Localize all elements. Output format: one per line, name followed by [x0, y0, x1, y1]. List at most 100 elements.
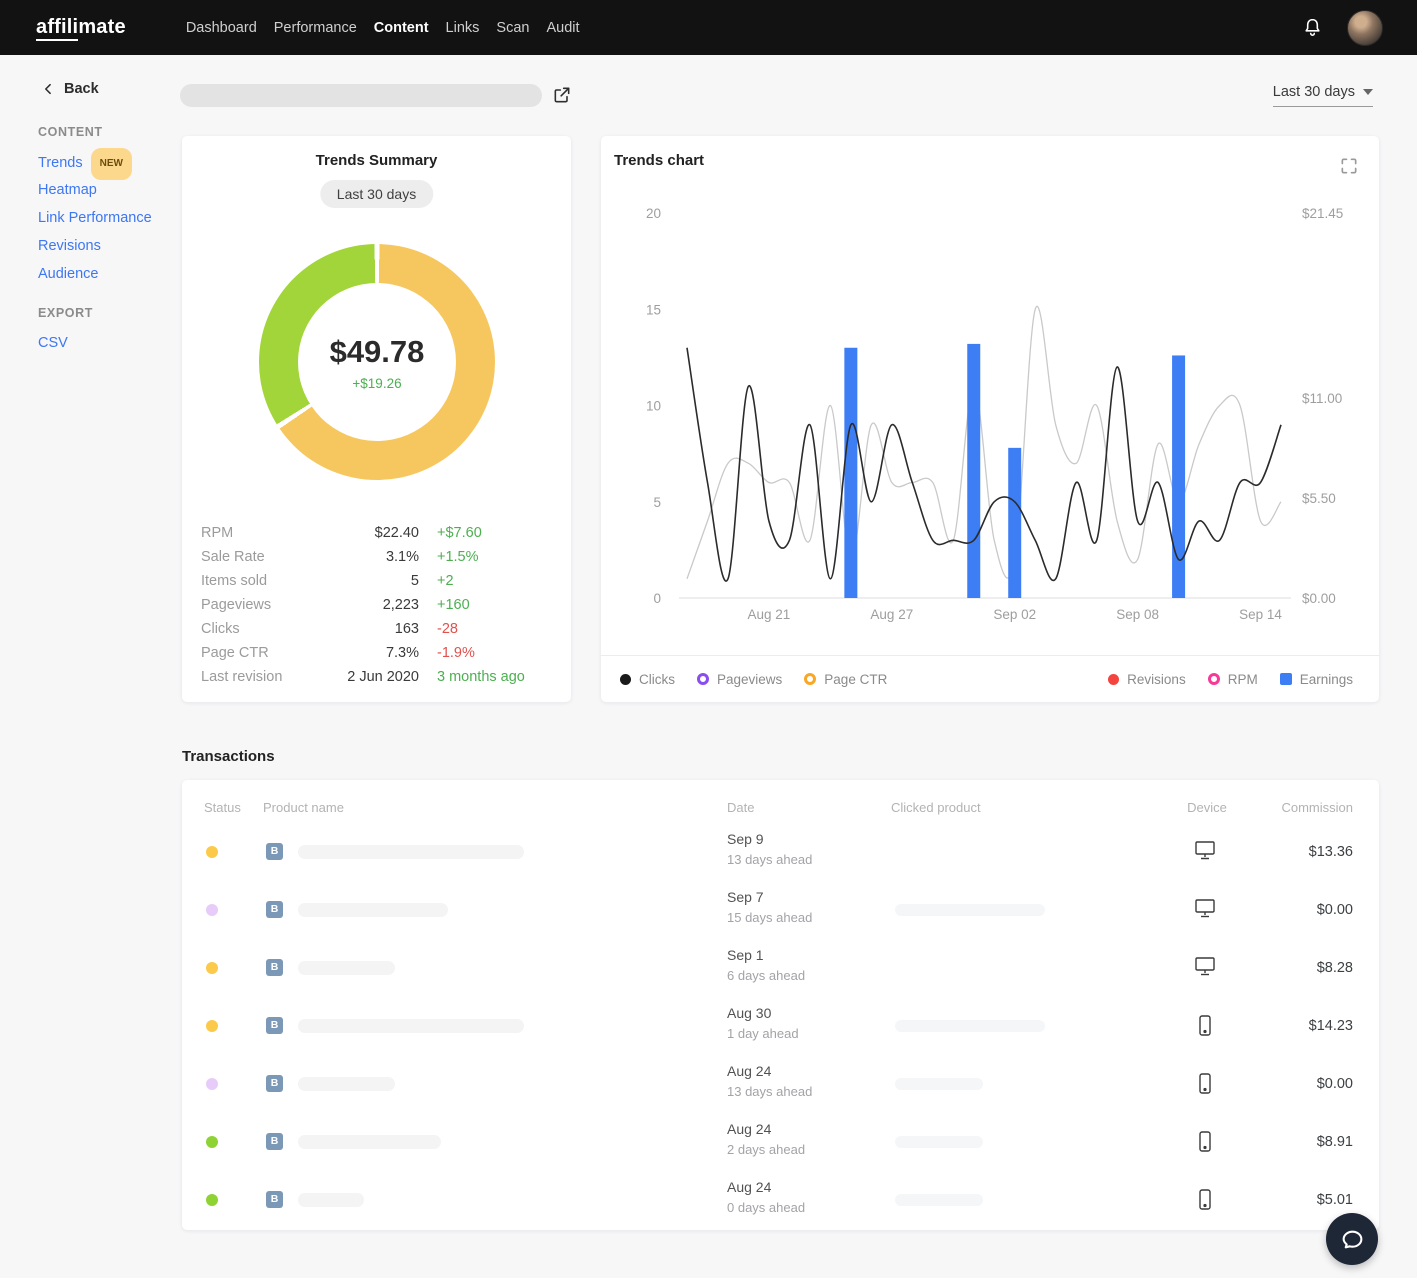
legend-item-page-ctr[interactable]: Page CTR — [804, 672, 887, 687]
stat-value: 3.1% — [323, 549, 419, 565]
sidebar-item-audience[interactable]: Audience — [38, 260, 188, 288]
stat-value: 5 — [323, 573, 419, 589]
transaction-date: Sep 1 — [727, 947, 764, 963]
app-logo[interactable]: affilimate — [36, 16, 126, 39]
legend-item-rpm[interactable]: RPM — [1208, 672, 1258, 687]
column-header-product: Product name — [263, 800, 344, 815]
sidebar-item-revisions[interactable]: Revisions — [38, 232, 188, 260]
column-header-date: Date — [727, 800, 754, 815]
mobile-icon — [1198, 1130, 1212, 1153]
nav-item-links[interactable]: Links — [446, 20, 480, 36]
donut-delta: +$19.26 — [352, 376, 401, 391]
transaction-row[interactable]: BSep 715 days ahead$0.00 — [182, 881, 1379, 939]
transaction-row[interactable]: BAug 240 days ahead$5.01 — [182, 1171, 1379, 1229]
transaction-date: Aug 24 — [727, 1179, 771, 1195]
commission-value: $13.36 — [1309, 823, 1353, 881]
mobile-icon — [1198, 1072, 1212, 1095]
sidebar-item-trends[interactable]: TrendsNEW — [38, 148, 188, 176]
chart-legend-left: Clicks Pageviews Page CTR — [620, 664, 887, 694]
earnings-donut-chart: $49.78 +$19.26 — [259, 244, 495, 480]
nav-item-content[interactable]: Content — [374, 20, 429, 36]
x-axis-tick: Aug 21 — [748, 607, 791, 622]
legend-item-clicks[interactable]: Clicks — [620, 672, 675, 687]
external-link-icon[interactable] — [552, 85, 572, 105]
sidebar-item-heatmap[interactable]: Heatmap — [38, 176, 188, 204]
clicked-product-placeholder — [895, 1136, 983, 1148]
nav-item-scan[interactable]: Scan — [496, 20, 529, 36]
clicks-line — [687, 348, 1281, 581]
chat-support-button[interactable] — [1326, 1213, 1378, 1265]
transaction-date-note: 1 day ahead — [727, 1026, 799, 1041]
left-axis-tick: 20 — [646, 206, 661, 221]
legend-item-revisions[interactable]: Revisions — [1108, 672, 1186, 687]
chart-legend-right: Revisions RPM Earnings — [1108, 664, 1353, 694]
desktop-icon — [1194, 840, 1216, 861]
top-navigation: affilimate Dashboard Performance Content Li… — [0, 0, 1417, 55]
donut-total: $49.78 — [330, 334, 425, 370]
product-name-placeholder — [298, 1135, 441, 1149]
column-header-commission: Commission — [1281, 800, 1353, 815]
user-avatar[interactable] — [1347, 10, 1383, 46]
nav-item-dashboard[interactable]: Dashboard — [186, 20, 257, 36]
merchant-badge: B — [266, 1191, 283, 1208]
trends-summary-card: Trends Summary Last 30 days $49.78 +$19.… — [182, 136, 571, 702]
stat-value: 7.3% — [323, 645, 419, 661]
summary-title: Trends Summary — [182, 152, 571, 169]
transaction-date: Aug 24 — [727, 1063, 771, 1079]
stat-label: Page CTR — [201, 645, 323, 661]
stat-delta: +1.5% — [419, 549, 557, 565]
left-axis-tick: 5 — [653, 495, 661, 510]
device-cell — [1193, 1014, 1217, 1042]
transaction-row[interactable]: B Aug 24 13 days ahead $0.00 — [182, 1055, 1379, 1113]
device-cell — [1193, 1130, 1217, 1158]
merchant-badge: B — [266, 1133, 283, 1150]
commission-value: $14.23 — [1309, 997, 1353, 1055]
status-dot — [206, 1194, 218, 1206]
transaction-row[interactable]: BSep 16 days ahead$8.28 — [182, 939, 1379, 997]
left-axis-tick: 10 — [646, 399, 661, 414]
clicked-product-placeholder — [895, 1020, 1045, 1032]
transaction-date-note: 15 days ahead — [727, 910, 812, 925]
nav-right — [1302, 10, 1383, 46]
commission-value: $0.00 — [1317, 881, 1353, 939]
nav-item-performance[interactable]: Performance — [274, 20, 357, 36]
mobile-icon — [1198, 1014, 1212, 1037]
right-axis-tick: $21.45 — [1302, 206, 1343, 221]
transaction-date-note: 13 days ahead — [727, 1084, 812, 1099]
transaction-row[interactable]: BAug 242 days ahead$8.91 — [182, 1113, 1379, 1171]
date-range-dropdown[interactable]: Last 30 days — [1273, 84, 1373, 107]
transaction-date: Aug 30 — [727, 1005, 771, 1021]
device-cell — [1193, 840, 1217, 866]
page-url-bar[interactable] — [180, 84, 542, 107]
notifications-bell-icon[interactable] — [1302, 16, 1324, 40]
merchant-badge: B — [266, 1075, 283, 1092]
status-dot — [206, 962, 218, 974]
back-button[interactable]: Back — [42, 81, 99, 97]
right-axis-tick: $0.00 — [1302, 591, 1336, 606]
dot-marker-icon — [620, 674, 631, 685]
clicked-product-placeholder — [895, 1078, 983, 1090]
legend-item-pageviews[interactable]: Pageviews — [697, 672, 782, 687]
transaction-row[interactable]: BAug 301 day ahead$14.23 — [182, 997, 1379, 1055]
x-axis-tick: Aug 27 — [870, 607, 913, 622]
status-dot — [206, 904, 218, 916]
commission-value: $8.28 — [1317, 939, 1353, 997]
summary-stats: RPM$22.40+$7.60Sale Rate3.1%+1.5%Items s… — [201, 521, 557, 689]
status-dot — [206, 1136, 218, 1148]
transaction-row[interactable]: BSep 913 days ahead$13.36 — [182, 823, 1379, 881]
product-name-placeholder — [298, 1193, 364, 1207]
clicked-product-placeholder — [895, 1194, 983, 1206]
status-dot — [206, 846, 218, 858]
sidebar-item-link-performance[interactable]: Link Performance — [38, 204, 188, 232]
nav-item-audit[interactable]: Audit — [546, 20, 579, 36]
sidebar-item-csv[interactable]: CSV — [38, 329, 188, 357]
commission-value: $0.00 — [1317, 1055, 1353, 1113]
earnings-bar — [844, 348, 857, 598]
stat-label: Sale Rate — [201, 549, 323, 565]
square-marker-icon — [1280, 673, 1292, 685]
stat-delta: +$7.60 — [419, 525, 557, 541]
x-axis-tick: Sep 14 — [1239, 607, 1282, 622]
trends-chart-card: Trends chart 05101520$0.00$5.50$11.00$21… — [601, 136, 1379, 702]
legend-item-earnings[interactable]: Earnings — [1280, 672, 1353, 687]
device-cell — [1193, 1188, 1217, 1216]
